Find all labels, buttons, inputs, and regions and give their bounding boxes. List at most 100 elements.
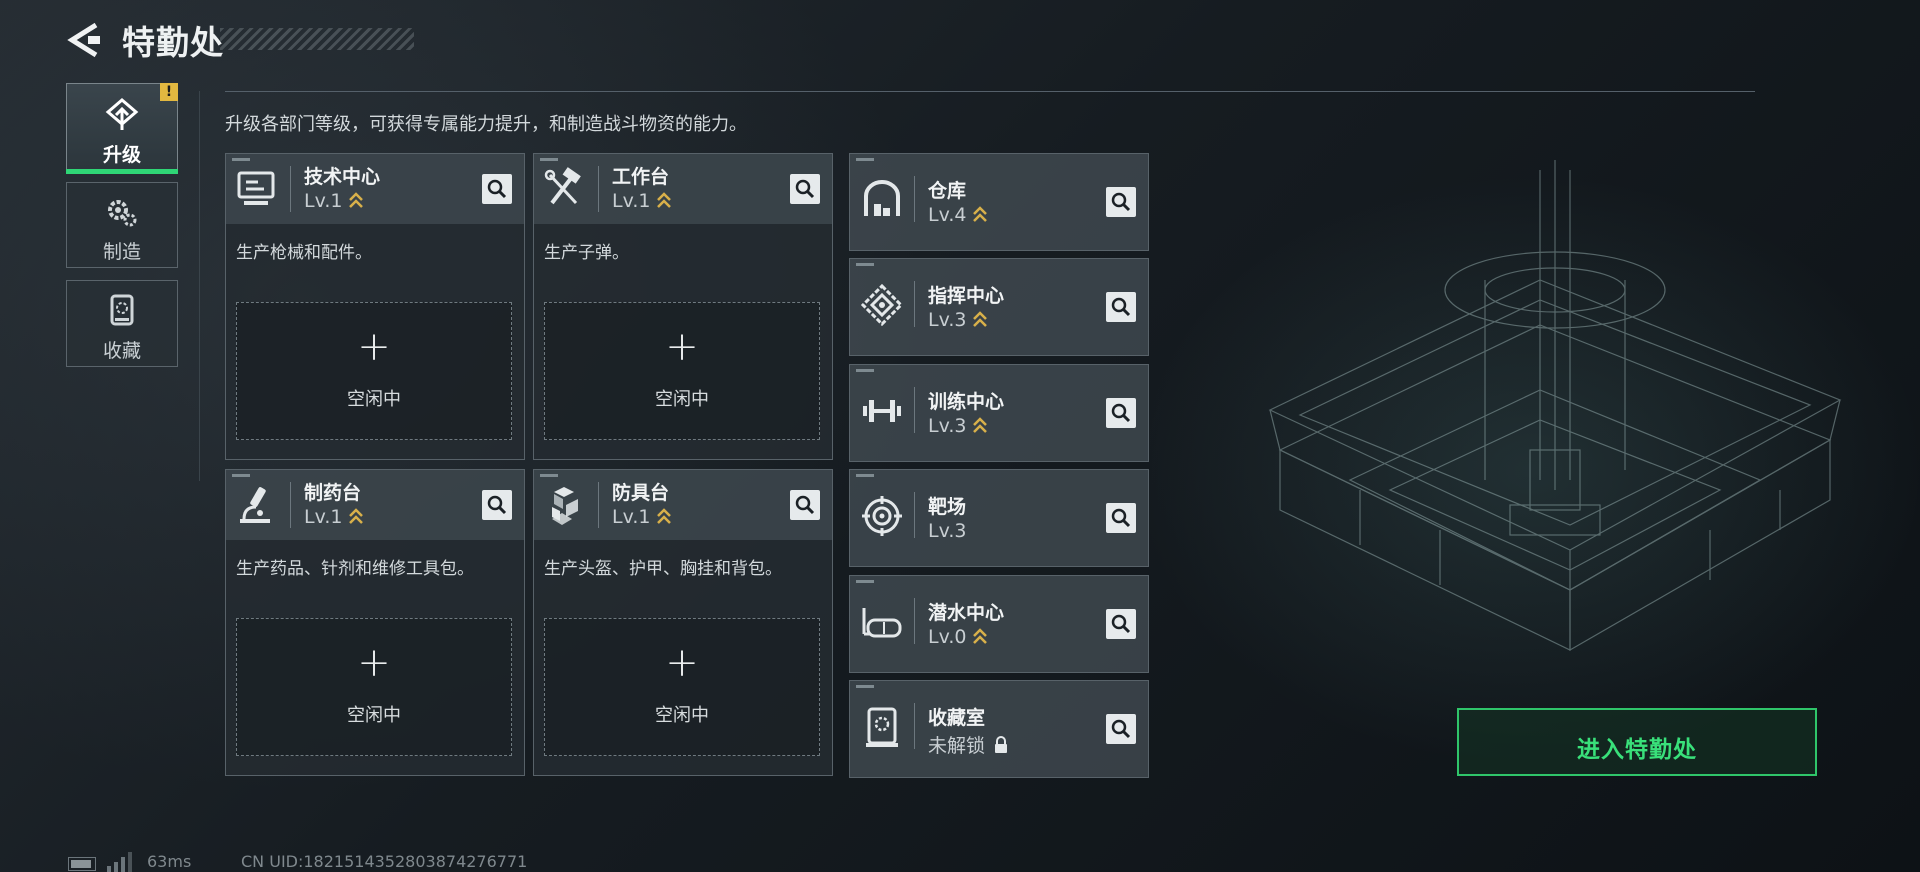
facility-name: 潜水中心 <box>928 602 1005 624</box>
facility-card-pharmacy[interactable]: 制药台 Lv.1 生产药品、针剂和维修工具包。 + 空闲中 <box>225 469 525 776</box>
search-icon[interactable] <box>1106 714 1136 744</box>
facility-level: Lv.4 <box>928 204 988 226</box>
hammer-wrench-icon <box>544 167 581 205</box>
search-icon[interactable] <box>1106 503 1136 533</box>
facility-name: 技术中心 <box>304 166 381 188</box>
separator <box>914 492 915 538</box>
facility-name: 训练中心 <box>928 391 1005 413</box>
slot-status: 空闲中 <box>655 705 709 726</box>
corner-mark <box>856 158 874 161</box>
nav-tab-upgrade[interactable]: 升级 ! <box>66 83 178 174</box>
active-indicator <box>66 169 178 174</box>
facility-description: 生产头盔、护甲、胸挂和背包。 <box>544 559 782 579</box>
nav-tab-craft[interactable]: 制造 <box>66 182 178 268</box>
lock-status: 未解锁 <box>928 735 986 757</box>
facility-name: 靶场 <box>928 496 967 518</box>
search-icon[interactable] <box>790 174 820 204</box>
add-icon: + <box>357 640 391 686</box>
divider-line <box>199 91 200 481</box>
search-icon[interactable] <box>1106 398 1136 428</box>
nav-label: 制造 <box>102 241 141 263</box>
facility-level: Lv.3 <box>928 415 988 437</box>
facility-card-workbench[interactable]: 工作台 Lv.1 生产子弹。 + 空闲中 <box>533 153 833 460</box>
corner-mark <box>856 474 874 477</box>
separator <box>598 482 599 528</box>
nav-tab-collection[interactable]: 收藏 <box>66 280 178 367</box>
divider-line <box>225 91 1755 92</box>
separator <box>914 703 915 749</box>
corner-mark <box>856 263 874 266</box>
facility-level: Lv.3 <box>928 520 967 542</box>
corner-mark <box>232 158 250 161</box>
search-icon[interactable] <box>1106 187 1136 217</box>
enter-button-label: 进入特勤处 <box>1577 737 1697 763</box>
facility-description: 生产枪械和配件。 <box>236 243 372 263</box>
search-icon[interactable] <box>790 490 820 520</box>
slot-status: 空闲中 <box>655 389 709 410</box>
production-slot[interactable]: + 空闲中 <box>544 618 820 756</box>
search-icon[interactable] <box>1106 292 1136 322</box>
user-uid: CN UID:1821514352803874276771 <box>241 852 528 871</box>
dumbbell-icon <box>863 400 901 422</box>
facility-name: 制药台 <box>304 482 362 504</box>
page-description: 升级各部门等级，可获得专属能力提升，和制造战斗物资的能力。 <box>225 114 747 135</box>
level-text: Lv.4 <box>928 204 967 226</box>
facility-card-warehouse[interactable]: 仓库 Lv.4 <box>849 153 1149 251</box>
separator <box>914 598 915 644</box>
production-slot[interactable]: + 空闲中 <box>544 302 820 440</box>
diving-mask-icon <box>862 608 902 638</box>
slot-status: 空闲中 <box>347 389 401 410</box>
title-decoration <box>220 28 414 50</box>
facility-level: Lv.1 <box>304 506 364 528</box>
nav-label: 升级 <box>102 144 141 166</box>
search-icon[interactable] <box>1106 609 1136 639</box>
ping-readout: 63ms <box>147 852 192 871</box>
search-icon[interactable] <box>482 174 512 204</box>
facility-name: 防具台 <box>612 482 670 504</box>
level-text: Lv.1 <box>612 190 651 212</box>
production-slot[interactable]: + 空闲中 <box>236 302 512 440</box>
back-arrow-icon[interactable] <box>66 22 102 58</box>
facility-name: 仓库 <box>928 180 967 202</box>
production-slot[interactable]: + 空闲中 <box>236 618 512 756</box>
vault-icon <box>866 707 898 747</box>
facility-card-shooting-range[interactable]: 靶场 Lv.3 <box>849 469 1149 567</box>
upgrade-chevron-icon <box>349 508 364 524</box>
facility-card-tech-center[interactable]: 技术中心 Lv.1 生产枪械和配件。 + 空闲中 <box>225 153 525 460</box>
corner-mark <box>540 474 558 477</box>
facility-level: Lv.1 <box>304 190 364 212</box>
facility-card-collection-room[interactable]: 收藏室 未解锁 <box>849 680 1149 778</box>
nav-label: 收藏 <box>102 340 141 362</box>
level-text: Lv.1 <box>304 190 343 212</box>
facility-card-diving-center[interactable]: 潜水中心 Lv.0 <box>849 575 1149 673</box>
facility-name: 指挥中心 <box>928 285 1005 307</box>
lock-icon <box>995 736 1008 753</box>
warehouse-icon <box>864 180 900 216</box>
battery-icon <box>68 857 96 871</box>
separator <box>914 281 915 327</box>
facility-level: Lv.3 <box>928 309 988 331</box>
upgrade-chevron-icon <box>973 628 988 644</box>
facility-level: Lv.0 <box>928 626 988 648</box>
separator <box>290 166 291 212</box>
facility-card-command-center[interactable]: 指挥中心 Lv.3 <box>849 258 1149 356</box>
separator <box>914 176 915 222</box>
upgrade-chevron-icon <box>349 192 364 208</box>
enter-base-button[interactable]: 进入特勤处 <box>1457 708 1817 776</box>
add-icon: + <box>357 324 391 370</box>
corner-mark <box>856 580 874 583</box>
level-text: Lv.1 <box>612 506 651 528</box>
monitor-icon <box>237 171 275 205</box>
signal-icon <box>107 852 132 872</box>
facility-card-training-center[interactable]: 训练中心 Lv.3 <box>849 364 1149 462</box>
upgrade-chevron-icon <box>657 192 672 208</box>
add-icon: + <box>665 640 699 686</box>
upgrade-chevron-icon <box>973 311 988 327</box>
search-icon[interactable] <box>482 490 512 520</box>
facility-level: 未解锁 <box>928 731 1009 758</box>
slot-status: 空闲中 <box>347 705 401 726</box>
facility-card-armor-bench[interactable]: 防具台 Lv.1 生产头盔、护甲、胸挂和背包。 + 空闲中 <box>533 469 833 776</box>
corner-mark <box>232 474 250 477</box>
page-title: 特勤处 <box>122 23 224 62</box>
separator <box>598 166 599 212</box>
